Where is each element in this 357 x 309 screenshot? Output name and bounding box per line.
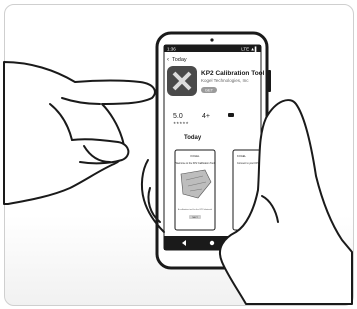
back-link[interactable]: Today [172,57,187,63]
card-headline: Welcome to the KP2 Calibration Tool [176,162,215,165]
camera-icon [228,113,234,117]
rating-value: 5.0 [173,113,183,120]
card-brand: KOGEL [237,154,246,158]
card-caption: A calibration tool for the KP2 bluetooth [178,208,212,211]
section-title: Today [184,135,202,141]
side-button [268,70,271,92]
rating-stars: ★★★★★ [173,121,190,125]
get-button-label: GET [205,88,214,93]
chevron-left-icon[interactable]: ‹ [167,57,169,63]
age-rating: 4+ [202,113,210,120]
status-icons: LTE ▲▌ [241,46,258,53]
left-hand [3,61,156,205]
card-brand: KOGEL [191,154,200,158]
phone-illustration: 1:36 LTE ▲▌ ‹ Today KP2 Calibration Tool… [3,31,353,305]
screenshot-card-1[interactable]: KOGEL Welcome to the KP2 Calibration Too… [174,149,216,231]
app-developer: Kogel Technologies, Inc [201,78,249,83]
camera-dot [210,38,214,42]
status-time: 1:36 [167,47,176,52]
card-next-label: NEXT [192,217,198,219]
home-circle-icon[interactable] [209,240,215,246]
app-name: KP2 Calibration Tool [201,70,265,77]
